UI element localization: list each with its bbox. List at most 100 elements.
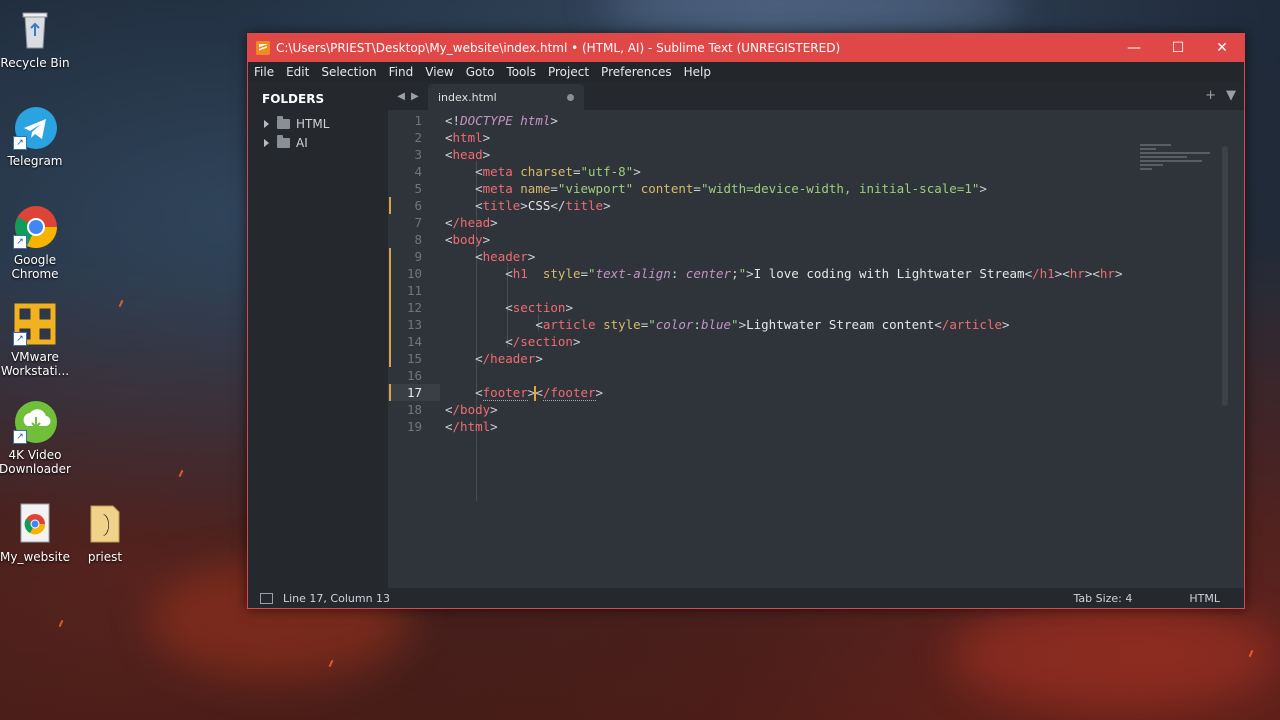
code-line: 2 <html> — [388, 129, 1230, 146]
code-line: 19 </html> — [388, 418, 1230, 435]
code-text: </body> — [445, 402, 498, 417]
tab-back-icon[interactable]: ◀ — [397, 91, 405, 102]
folder-label: HTML — [296, 116, 330, 131]
code-text: <header> — [475, 249, 536, 264]
code-line: 8 <body> — [388, 231, 1230, 248]
syntax-indicator[interactable]: HTML — [1189, 592, 1220, 605]
title-bar[interactable]: C:\Users\PRIEST\Desktop\My_website\index… — [248, 34, 1244, 62]
telegram-icon: ↗ — [13, 106, 57, 150]
desktop-icon-label: VMware — [11, 350, 59, 364]
expand-arrow-icon[interactable] — [264, 119, 269, 128]
desktop-icon-recycle-bin[interactable]: Recycle Bin — [0, 8, 72, 70]
chrome-icon: ↗ — [13, 205, 58, 249]
line-number: 9 — [414, 249, 422, 264]
ember — [118, 299, 124, 308]
shortcut-arrow-icon: ↗ — [13, 235, 27, 249]
tab-bar: ◀ ▶ index.html + ▼ — [388, 82, 1244, 110]
sidebar-folder-html[interactable]: HTML — [248, 114, 388, 133]
tab-label: index.html — [438, 90, 497, 104]
folders-heading: FOLDERS — [262, 92, 325, 106]
menu-preferences[interactable]: Preferences — [595, 65, 678, 79]
code-text: <meta name="viewport" content="width=dev… — [475, 181, 987, 196]
folder-icon — [277, 134, 290, 148]
code-text: <section> — [505, 300, 573, 315]
code-line: 15 </header> — [388, 350, 1230, 367]
folder-icon — [277, 115, 290, 129]
desktop-icon-label: Downloader — [0, 462, 71, 476]
sublime-text-icon — [256, 41, 270, 55]
code-text: <body> — [445, 232, 491, 247]
code-line: 6 <title>CSS</title> — [388, 197, 1230, 214]
line-number: 17 — [406, 385, 422, 400]
desktop-icon-priest[interactable]: priest — [68, 502, 142, 564]
code-line: 5 <meta name="viewport" content="width=d… — [388, 180, 1230, 197]
sidebar: FOLDERS HTML AI — [248, 82, 388, 588]
desktop-icon-telegram[interactable]: ↗ Telegram — [0, 106, 72, 168]
desktop-icon-my-website[interactable]: My_website — [0, 502, 72, 564]
desktop-icon-vmware[interactable]: ↗ VMware Workstati... — [0, 302, 72, 378]
desktop-icon-google-chrome[interactable]: ↗ Google Chrome — [0, 205, 72, 281]
tab-nav: ◀ ▶ — [388, 82, 428, 110]
code-line: 16 — [388, 367, 1230, 384]
new-tab-icon[interactable]: + — [1205, 88, 1216, 103]
menu-project[interactable]: Project — [542, 65, 595, 79]
chrome-html-file-icon — [13, 502, 57, 546]
line-number: 11 — [406, 283, 422, 298]
tab-index-html[interactable]: index.html — [428, 84, 584, 110]
desktop-icon-label: priest — [87, 550, 123, 564]
vmware-icon: ↗ — [13, 302, 57, 346]
shortcut-arrow-icon: ↗ — [13, 430, 27, 444]
line-number: 16 — [406, 368, 422, 383]
line-number: 13 — [406, 317, 422, 332]
code-text: <head> — [445, 147, 491, 162]
desktop-icon-label: Chrome — [11, 267, 59, 281]
desktop-icon-label: Google — [13, 253, 57, 267]
expand-arrow-icon[interactable] — [264, 138, 269, 147]
menu-view[interactable]: View — [419, 65, 459, 79]
sidebar-folder-ai[interactable]: AI — [248, 133, 388, 152]
tab-size-indicator[interactable]: Tab Size: 4 — [1073, 592, 1132, 605]
desktop-icon-label: My_website — [0, 550, 70, 564]
code-line: 9 <header> — [388, 248, 1230, 265]
code-text: <!DOCTYPE html> — [445, 113, 558, 128]
unsaved-dot-icon[interactable] — [567, 93, 574, 101]
code-text: </head> — [445, 215, 498, 230]
tab-forward-icon[interactable]: ▶ — [411, 91, 419, 102]
line-number: 6 — [414, 198, 422, 213]
code-text: <article style="color:blue">Lightwater S… — [535, 317, 1010, 332]
code-text: </html> — [445, 419, 498, 434]
line-number: 3 — [414, 147, 422, 162]
menu-find[interactable]: Find — [383, 65, 420, 79]
line-number: 8 — [414, 232, 422, 247]
line-number: 4 — [414, 164, 422, 179]
line-number: 19 — [406, 419, 422, 434]
ember — [178, 469, 184, 478]
menu-selection[interactable]: Selection — [315, 65, 382, 79]
toggle-panel-icon[interactable] — [260, 592, 273, 604]
menu-goto[interactable]: Goto — [460, 65, 501, 79]
menu-help[interactable]: Help — [678, 65, 717, 79]
menu-tools[interactable]: Tools — [500, 65, 542, 79]
4k-video-downloader-icon: ↗ — [13, 400, 57, 444]
desktop-icon-4k-video-downloader[interactable]: ↗ 4K Video Downloader — [0, 400, 72, 476]
code-view[interactable]: 1 <!DOCTYPE html> 2 <html> 3 <head> 4 <meta… — [388, 110, 1230, 588]
code-text: <meta charset="utf-8"> — [475, 164, 641, 179]
ember — [58, 619, 64, 628]
shortcut-arrow-icon: ↗ — [13, 332, 27, 346]
code-line: 12 <section> — [388, 299, 1230, 316]
line-number: 5 — [414, 181, 422, 196]
code-text: </header> — [475, 351, 543, 366]
line-number: 1 — [414, 113, 422, 128]
close-button[interactable]: ✕ — [1200, 34, 1244, 62]
menu-file[interactable]: File — [248, 65, 280, 79]
code-line: 7 </head> — [388, 214, 1230, 231]
maximize-button[interactable]: ☐ — [1156, 34, 1200, 62]
minimize-button[interactable]: — — [1112, 34, 1156, 62]
sublime-text-window: C:\Users\PRIEST\Desktop\My_website\index… — [247, 33, 1245, 609]
line-number: 2 — [414, 130, 422, 145]
menu-edit[interactable]: Edit — [280, 65, 315, 79]
tab-dropdown-icon[interactable]: ▼ — [1226, 88, 1236, 103]
recycle-bin-icon — [13, 8, 57, 52]
desktop-icon-label: 4K Video — [8, 448, 62, 462]
main-area: FOLDERS HTML AI ◀ ▶ index.html + ▼ 1 <!D… — [248, 82, 1244, 588]
